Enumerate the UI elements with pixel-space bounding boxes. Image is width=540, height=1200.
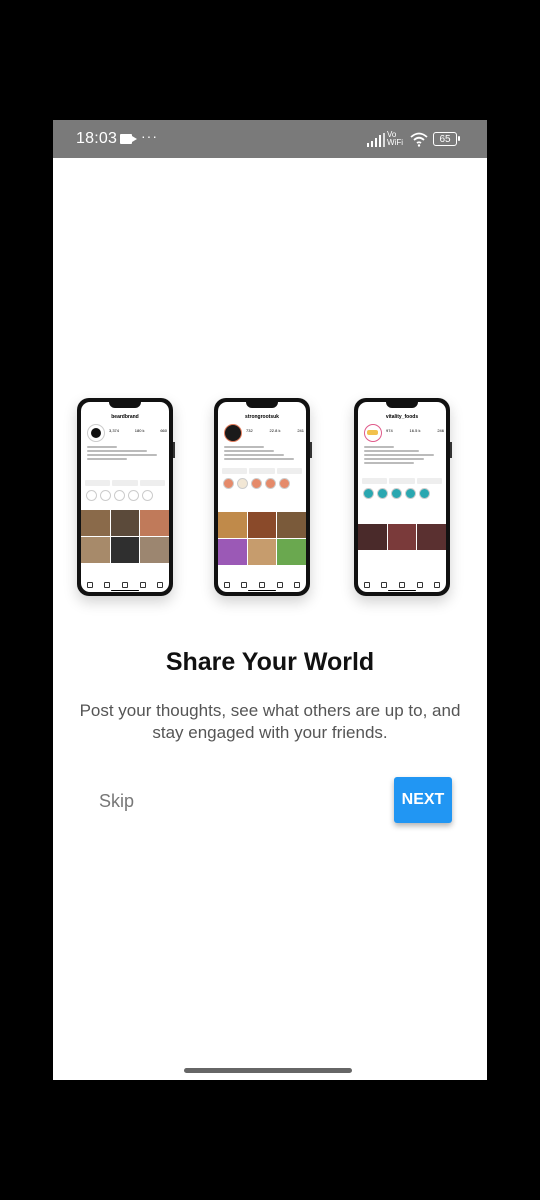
battery-icon: 65 (433, 132, 460, 146)
profile-stats: 974 16.5 k 246 (386, 428, 444, 433)
profile-stats: 3,374 180 k 660 (109, 428, 167, 433)
more-notifications-icon: ··· (141, 128, 158, 144)
video-camera-icon (120, 134, 137, 144)
skip-button[interactable]: Skip (99, 791, 134, 812)
signal-icon (367, 133, 385, 147)
onboarding-illustration: beardbrand 3,374 180 k 660 strongrootsuk… (53, 390, 487, 600)
app-screen: 18:03 ··· Vo WiFi 65 beardbrand 3,374 18… (53, 120, 487, 1080)
onboarding-description: Post your thoughts, see what others are … (79, 701, 461, 742)
phone-mockup: vitality_foods 974 16.5 k 246 (354, 398, 452, 596)
phone-mockup: strongrootsuk 732 22.8 k 241 (214, 398, 312, 596)
profile-avatar (364, 424, 382, 442)
profile-stats: 732 22.8 k 241 (246, 428, 304, 433)
profile-name: vitality_foods (385, 414, 419, 420)
profile-avatar (224, 424, 242, 442)
profile-name: strongrootsuk (245, 414, 279, 420)
wifi-icon (410, 132, 428, 147)
onboarding-title: Share Your World (165, 648, 375, 676)
profile-name: beardbrand (111, 414, 139, 420)
vowifi-label: Vo WiFi (387, 130, 403, 147)
profile-avatar (87, 424, 105, 442)
status-bar: 18:03 ··· Vo WiFi 65 (53, 120, 487, 158)
phone-mockup: beardbrand 3,374 180 k 660 (77, 398, 175, 596)
next-button[interactable]: NEXT (394, 777, 452, 823)
status-time: 18:03 (76, 130, 118, 147)
home-gesture-bar[interactable] (184, 1068, 352, 1073)
